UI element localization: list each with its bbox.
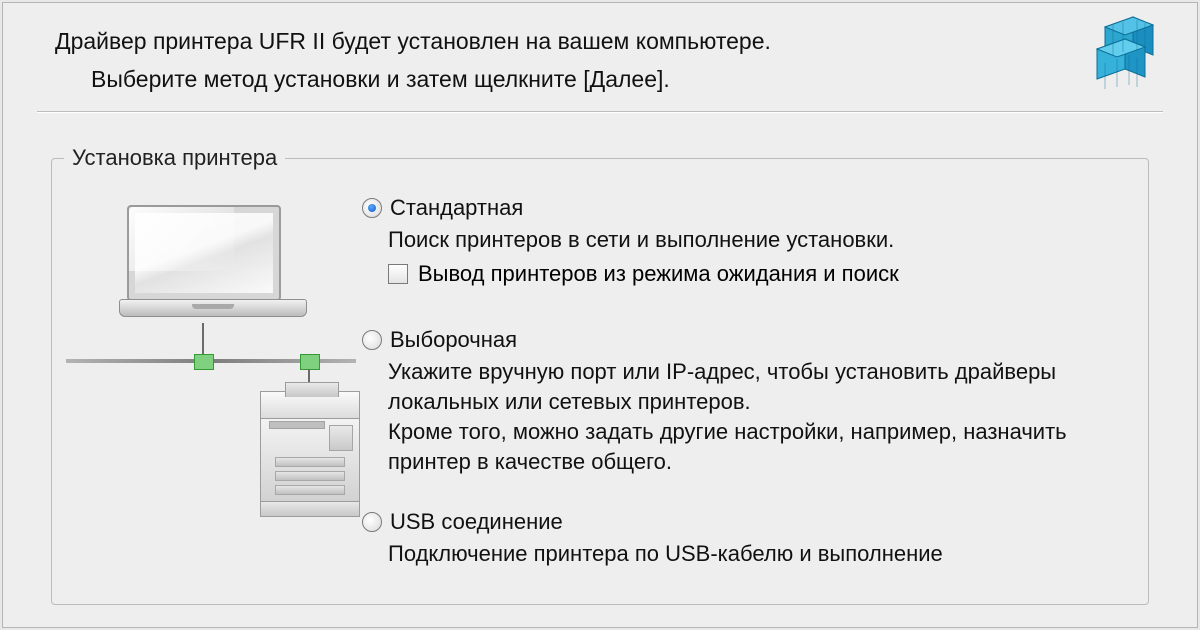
laptop-icon [119,205,289,325]
option-custom-label[interactable]: Выборочная [390,327,517,353]
wizard-content: Установка принтера [3,113,1197,615]
wizard-header: Драйвер принтера UFR II будет установлен… [3,3,1197,101]
network-illustration [64,187,362,575]
checkbox-wake-printers[interactable] [388,264,408,284]
wizard-page: Драйвер принтера UFR II будет установлен… [2,2,1198,628]
printer-install-group: Установка принтера [51,145,1149,605]
radio-usb[interactable] [362,512,382,532]
option-custom: Выборочная Укажите вручную порт или IP-а… [362,327,1136,477]
option-usb-label[interactable]: USB соединение [390,509,563,535]
radio-standard[interactable] [362,198,382,218]
options-column: Стандартная Поиск принтеров в сети и вып… [362,187,1136,601]
option-usb-desc: Подключение принтера по USB-кабелю и вып… [388,539,1136,569]
printer-icon [260,391,360,521]
radio-custom[interactable] [362,330,382,350]
header-subtitle: Выберите метод установки и затем щелкнит… [91,61,1165,97]
option-standard-desc: Поиск принтеров в сети и выполнение уста… [388,225,1136,255]
option-standard: Стандартная Поиск принтеров в сети и вып… [362,195,1136,287]
checkbox-wake-printers-label[interactable]: Вывод принтеров из режима ожидания и пои… [418,261,899,287]
option-custom-desc: Укажите вручную порт или IP-адрес, чтобы… [388,357,1136,477]
option-usb: USB соединение Подключение принтера по U… [362,509,1136,569]
network-jack-icon [194,354,214,370]
registry-cube-icon [1071,13,1161,93]
network-jack-icon [300,354,320,370]
option-standard-label[interactable]: Стандартная [390,195,523,221]
header-title: Драйвер принтера UFR II будет установлен… [55,23,1165,59]
group-legend: Установка принтера [64,145,285,171]
